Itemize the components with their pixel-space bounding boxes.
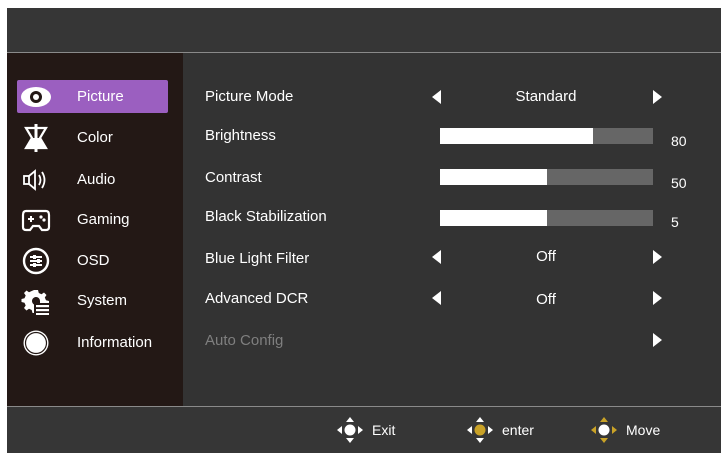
brightness-slider-fill <box>440 128 594 144</box>
sidebar-item-label: OSD <box>77 252 110 269</box>
sidebar-item-gaming[interactable]: Gaming <box>17 203 168 236</box>
blue-light-filter-value: Off <box>536 248 556 265</box>
sidebar-item-picture[interactable]: Picture <box>17 80 168 113</box>
sidebar-item-audio[interactable]: Audio <box>17 163 168 196</box>
arrow-right-icon[interactable] <box>653 333 662 347</box>
black-stabilization-slider[interactable] <box>440 210 653 226</box>
hint-enter: enter <box>466 407 534 453</box>
auto-config-label: Auto Config <box>205 332 284 349</box>
osd-footer-hints: Exit enter Move <box>7 406 721 453</box>
advanced-dcr-value: Off <box>536 291 556 308</box>
hint-move: Move <box>590 407 660 453</box>
arrow-right-icon[interactable] <box>653 250 662 264</box>
sidebar-item-label: System <box>77 292 128 309</box>
sidebar-item-label: Audio <box>77 171 116 188</box>
black-stabilization-slider-fill <box>440 210 547 226</box>
picture-mode-value: Standard <box>515 88 577 105</box>
osd-icon <box>17 244 55 277</box>
picture-settings-panel: Picture Mode Standard Brightness 80 Cont… <box>183 53 721 406</box>
brightness-value: 80 <box>671 133 687 149</box>
arrow-right-icon[interactable] <box>653 291 662 305</box>
monitor-osd-menu: Picture Color Audio Gaming OSD System In… <box>7 8 721 453</box>
sidebar-item-label: Picture <box>77 88 124 105</box>
sidebar-item-label: Color <box>77 129 113 146</box>
sidebar-item-information[interactable]: Information <box>17 326 168 359</box>
arrow-left-icon[interactable] <box>432 250 441 264</box>
arrow-left-icon[interactable] <box>432 90 441 104</box>
color-icon <box>17 121 55 154</box>
move-label: Move <box>626 422 661 438</box>
brightness-slider[interactable] <box>440 128 653 144</box>
sidebar-item-label: Gaming <box>77 211 130 228</box>
advanced-dcr-label: Advanced DCR <box>205 290 309 307</box>
black-stabilization-value: 5 <box>671 214 679 230</box>
exit-label: Exit <box>372 422 396 438</box>
picture-mode-label: Picture Mode <box>205 88 294 105</box>
arrow-right-icon[interactable] <box>653 90 662 104</box>
osd-sidebar: Picture Color Audio Gaming OSD System In… <box>7 53 183 406</box>
sidebar-item-color[interactable]: Color <box>17 121 168 154</box>
contrast-label: Contrast <box>205 169 262 186</box>
black-stabilization-label: Black Stabilization <box>205 208 327 225</box>
sidebar-item-label: Information <box>77 334 153 351</box>
joystick-enter-icon <box>467 417 493 443</box>
contrast-value: 50 <box>671 175 687 191</box>
osd-header-bar <box>7 8 721 53</box>
contrast-slider[interactable] <box>440 169 653 185</box>
system-icon <box>17 284 55 317</box>
blue-light-filter-label: Blue Light Filter <box>205 250 310 267</box>
hint-exit: Exit <box>336 407 395 453</box>
enter-label: enter <box>502 422 534 438</box>
brightness-label: Brightness <box>205 127 276 144</box>
joystick-exit-icon <box>337 417 363 443</box>
sidebar-item-osd[interactable]: OSD <box>17 244 168 277</box>
eye-icon <box>17 80 55 113</box>
information-icon <box>17 326 55 359</box>
sidebar-item-system[interactable]: System <box>17 284 168 317</box>
arrow-left-icon[interactable] <box>432 291 441 305</box>
contrast-slider-fill <box>440 169 547 185</box>
joystick-move-icon <box>591 417 617 443</box>
gamepad-icon <box>17 203 55 236</box>
speaker-icon <box>17 163 55 196</box>
